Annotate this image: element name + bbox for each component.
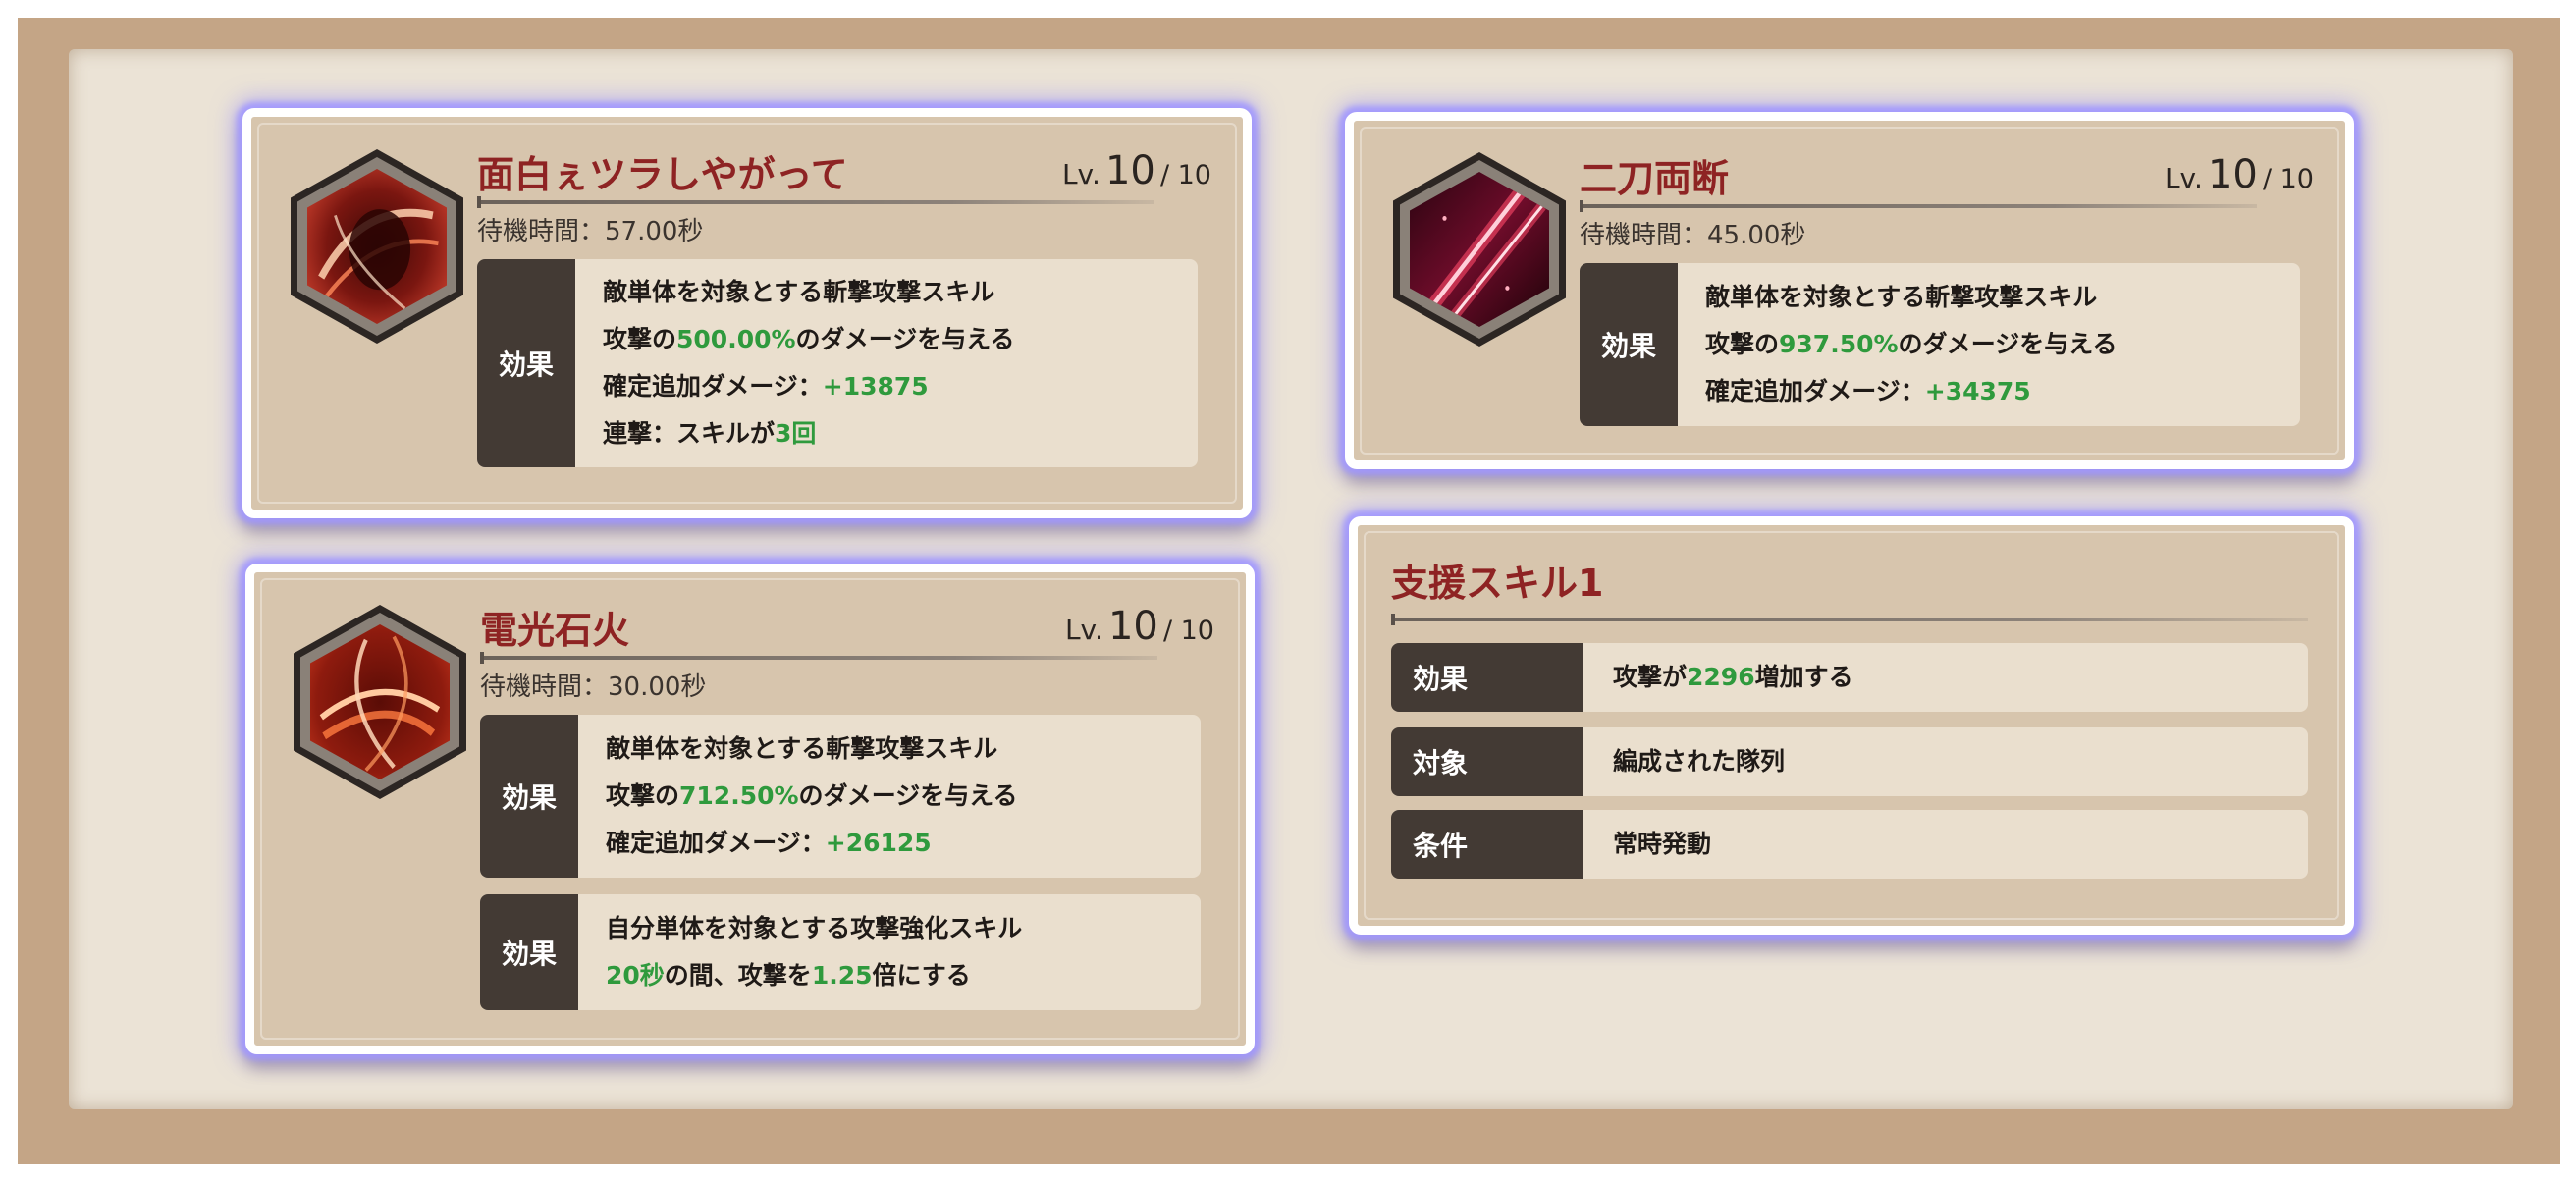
- text-segment: 攻撃の: [606, 781, 680, 810]
- effect-block: 効果 敵単体を対象とする斬撃攻撃スキル 攻撃の712.50%のダメージを与える 確定…: [480, 715, 1201, 878]
- highlight-value: +26125: [825, 829, 932, 857]
- effect-lines: 敵単体を対象とする斬撃攻撃スキル 攻撃の500.00%のダメージを与える 確定追加ダ…: [603, 269, 1188, 457]
- effect-line: 攻撃の712.50%のダメージを与える: [606, 773, 1191, 820]
- effect-tag: 効果: [480, 894, 578, 1010]
- effect-line: 敵単体を対象とする斬撃攻撃スキル: [606, 725, 1191, 773]
- skill-icon-frame: [1393, 152, 1566, 347]
- skill-title: 面白ぇツラしやがって: [477, 153, 848, 196]
- skill-title: 電光石火: [480, 609, 630, 652]
- effect-line: 攻撃の500.00%のダメージを与える: [603, 316, 1188, 363]
- effect-line: 連撃：スキルが3回: [603, 410, 1188, 457]
- support-row-value: 編成された隊列: [1613, 727, 1785, 796]
- text-segment: 敵単体を対象とする斬撃攻撃スキル: [606, 734, 998, 763]
- cooldown-text: 待機時間：57.00秒: [477, 217, 704, 246]
- highlight-value: 20秒: [606, 961, 665, 990]
- title-underline: [477, 196, 1154, 208]
- text-segment: 攻撃の: [1705, 330, 1780, 358]
- highlight-value: +13875: [822, 372, 929, 401]
- support-row-value: 常時発動: [1613, 810, 1711, 879]
- effect-block: 効果 自分単体を対象とする攻撃強化スキル 20秒の間、攻撃を1.25倍にする: [480, 894, 1201, 1010]
- support-row-tag: 効果: [1391, 643, 1583, 712]
- effect-line: 敵単体を対象とする斬撃攻撃スキル: [1705, 274, 2290, 321]
- text-segment: 自分単体を対象とする攻撃強化スキル: [606, 914, 1023, 942]
- support-row-value: 攻撃が2296増加する: [1613, 643, 1853, 712]
- effect-line: 敵単体を対象とする斬撃攻撃スキル: [603, 269, 1188, 316]
- text-segment: の間、攻撃を: [664, 961, 812, 990]
- support-row-tag: 対象: [1391, 727, 1583, 796]
- highlight-value: +34375: [1924, 377, 2031, 405]
- skill-card-2[interactable]: 二刀両断 Lv. 10 / 10 待機時間：45.00秒 効果 敵単体を対象とす…: [1345, 112, 2354, 469]
- support-row-effect: 効果 攻撃が2296増加する: [1391, 643, 2308, 712]
- effect-line: 確定追加ダメージ：+34375: [1705, 368, 2290, 415]
- text-segment: 確定追加ダメージ：: [606, 829, 826, 857]
- skill-title: 二刀両断: [1580, 157, 1730, 200]
- text-segment: 攻撃が: [1613, 663, 1688, 691]
- title-underline: [1391, 614, 2308, 625]
- text-segment: のダメージを与える: [795, 325, 1015, 353]
- effect-tag: 効果: [477, 259, 575, 467]
- text-segment: 敵単体を対象とする斬撃攻撃スキル: [1705, 283, 2098, 311]
- highlight-value: 937.50%: [1779, 330, 1899, 358]
- support-title: 支援スキル1: [1391, 562, 1604, 605]
- highlight-value: 2296: [1687, 663, 1755, 691]
- effect-block: 効果 敵単体を対象とする斬撃攻撃スキル 攻撃の937.50%のダメージを与える 確定…: [1580, 263, 2300, 426]
- text-segment: 確定追加ダメージ：: [1705, 377, 1925, 405]
- highlight-value: 500.00%: [676, 325, 796, 353]
- text-segment: 常時発動: [1613, 830, 1712, 858]
- highlight-value: 712.50%: [679, 781, 799, 810]
- effect-line: 20秒の間、攻撃を1.25倍にする: [606, 952, 1191, 999]
- skill-card-1[interactable]: 面白ぇツラしやがって Lv. 10 / 10 待機時間：57.00秒 効果 敵単…: [242, 108, 1252, 518]
- effect-lines: 敵単体を対象とする斬撃攻撃スキル 攻撃の712.50%のダメージを与える 確定追加ダ…: [606, 725, 1191, 867]
- support-row-target: 対象 編成された隊列: [1391, 727, 2308, 796]
- effect-block: 効果 敵単体を対象とする斬撃攻撃スキル 攻撃の500.00%のダメージを与える 確定…: [477, 259, 1198, 467]
- effect-line: 自分単体を対象とする攻撃強化スキル: [606, 905, 1191, 952]
- effect-line: 確定追加ダメージ：+26125: [606, 820, 1191, 867]
- cooldown-text: 待機時間：30.00秒: [480, 672, 707, 702]
- effect-lines: 自分単体を対象とする攻撃強化スキル 20秒の間、攻撃を1.25倍にする: [606, 905, 1191, 999]
- support-skill-card[interactable]: 支援スキル1 効果 攻撃が2296増加する 対象 編成された隊列 条件 常時発動: [1349, 516, 2354, 935]
- highlight-value: 1.25: [811, 961, 873, 990]
- effect-tag: 効果: [1580, 263, 1678, 426]
- effect-tag: 効果: [480, 715, 578, 878]
- text-segment: のダメージを与える: [1898, 330, 2118, 358]
- skill-icon-frame: [294, 605, 466, 799]
- skill-level: Lv. 10 / 10: [1064, 604, 1214, 649]
- cooldown-text: 待機時間：45.00秒: [1580, 221, 1806, 250]
- support-row-condition: 条件 常時発動: [1391, 810, 2308, 879]
- text-segment: 増加する: [1754, 663, 1853, 691]
- effect-line: 確定追加ダメージ：+13875: [603, 363, 1188, 410]
- highlight-value: 3回: [775, 419, 817, 448]
- title-underline: [480, 652, 1157, 664]
- skill-level: Lv. 10 / 10: [1061, 148, 1211, 193]
- skill-level: Lv. 10 / 10: [2164, 152, 2314, 197]
- text-segment: 倍にする: [872, 961, 971, 990]
- text-segment: 敵単体を対象とする斬撃攻撃スキル: [603, 278, 995, 306]
- skill-icon-frame: [291, 149, 463, 344]
- effect-line: 攻撃の937.50%のダメージを与える: [1705, 321, 2290, 368]
- title-underline: [1580, 200, 2257, 212]
- effect-lines: 敵単体を対象とする斬撃攻撃スキル 攻撃の937.50%のダメージを与える 確定追加ダ…: [1705, 274, 2290, 415]
- text-segment: 攻撃の: [603, 325, 677, 353]
- text-segment: のダメージを与える: [798, 781, 1018, 810]
- text-segment: 編成された隊列: [1613, 747, 1786, 776]
- text-segment: 確定追加ダメージ：: [603, 372, 823, 401]
- text-segment: 連撃：スキルが: [603, 419, 776, 448]
- support-row-tag: 条件: [1391, 810, 1583, 879]
- skill-card-3[interactable]: 電光石火 Lv. 10 / 10 待機時間：30.00秒 効果 敵単体を対象とす…: [245, 564, 1255, 1054]
